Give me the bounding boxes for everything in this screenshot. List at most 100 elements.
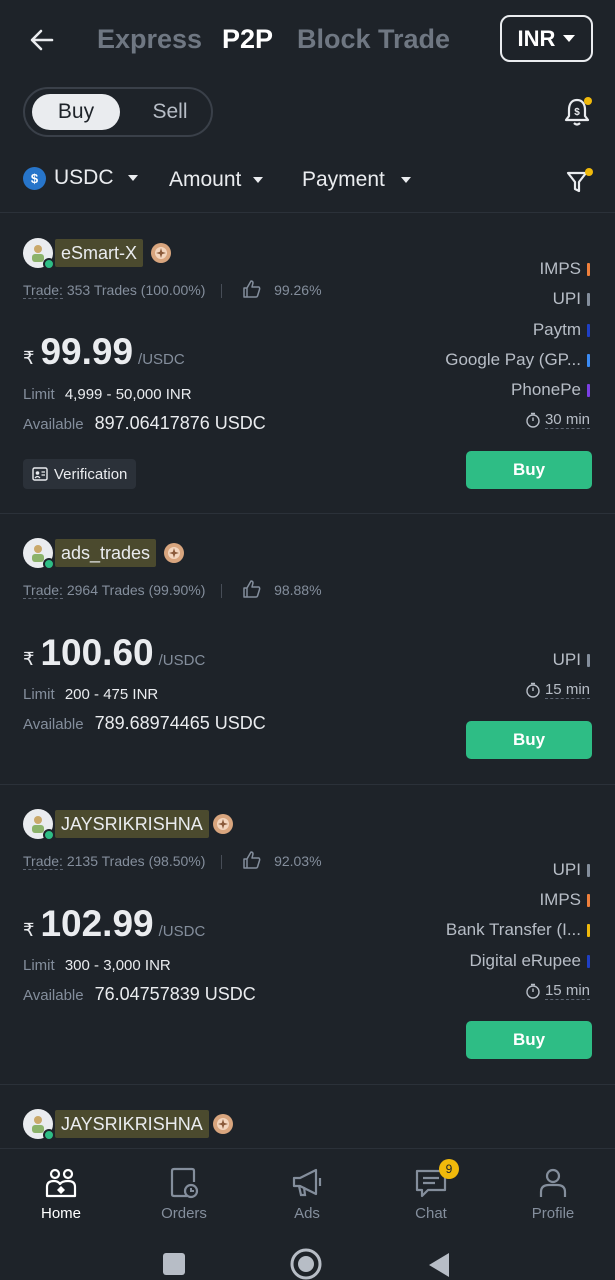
limit-value: 300 - 3,000 INR [64, 957, 171, 974]
payment-time-limit: 30 min [525, 411, 590, 429]
payment-method: UPI [553, 650, 590, 670]
nav-ads-label: Ads [294, 1205, 320, 1222]
price-unit: /USDC [138, 351, 185, 368]
available-value: 789.68974465 USDC [94, 713, 266, 733]
payment-time-limit: 15 min [525, 681, 590, 699]
nav-home-label: Home [40, 1205, 81, 1222]
bottom-nav: Home Orders Ads 9 Chat Profile [0, 1148, 615, 1230]
nav-profile[interactable]: Profile [503, 1165, 603, 1222]
available-label: Available [23, 716, 84, 733]
payment-method: Google Pay (GP... [445, 350, 590, 370]
nav-ads[interactable]: Ads [257, 1165, 357, 1222]
sell-toggle-button[interactable]: Sell [140, 94, 200, 130]
back-triangle-icon[interactable] [427, 1251, 451, 1279]
nav-orders-label: Orders [161, 1205, 207, 1222]
merchant-name[interactable]: ads_trades [55, 539, 157, 567]
filter-row: $ USDC Amount Payment [0, 164, 615, 200]
verification-badge: Verification [23, 459, 137, 489]
payment-time-limit: 15 min [525, 982, 590, 1000]
time-limit-value: 15 min [544, 681, 590, 699]
profile-icon [539, 1168, 567, 1197]
price-value: 100.60 [40, 632, 154, 673]
merchant-name[interactable]: JAYSRIKRISHNA [55, 1110, 209, 1138]
ad-card: ads_trades Trade: 2964 Trades (99.90%) 9… [0, 514, 615, 784]
completion-rate: (100.00%) [140, 282, 206, 298]
price-value: 99.99 [40, 331, 134, 372]
ad-card: JAYSRIKRISHNA Trade: 2135 Trades (98.50%… [0, 785, 615, 1085]
limit-label: Limit [23, 686, 55, 703]
avatar[interactable] [23, 538, 55, 570]
tab-block-trade[interactable]: Block Trade [297, 24, 450, 55]
medal-icon [213, 814, 233, 834]
home-circle-icon[interactable] [290, 1248, 322, 1280]
medal-icon [213, 1114, 233, 1134]
available-value: 76.04757839 USDC [94, 984, 256, 1004]
positive-rate: 98.88% [274, 582, 322, 598]
trade-stats: Trade: 353 Trades (100.00%) 99.26% [23, 279, 322, 299]
trade-count: 2135 Trades [66, 853, 145, 869]
positive-rate: 99.26% [274, 282, 322, 298]
currency-symbol: ₹ [23, 649, 35, 669]
available-row: Available 789.68974465 USDC [23, 713, 266, 734]
tab-express[interactable]: Express [97, 24, 202, 55]
limit-row: Limit 4,999 - 50,000 INR [23, 386, 192, 403]
fiat-currency-select[interactable]: INR [500, 15, 593, 62]
payment-method: IMPS [539, 259, 590, 279]
trade-stats: Trade: 2135 Trades (98.50%) 92.03% [23, 850, 322, 870]
orders-icon [170, 1167, 199, 1199]
nav-chat[interactable]: 9 Chat [381, 1159, 481, 1222]
amount-select[interactable]: Amount [169, 168, 264, 192]
time-limit-value: 15 min [544, 982, 590, 1000]
chevron-down-icon [127, 175, 138, 181]
nav-orders[interactable]: Orders [134, 1165, 234, 1222]
megaphone-icon [292, 1168, 322, 1197]
usdc-icon: $ [23, 166, 46, 190]
coin-select[interactable]: $ USDC [23, 166, 138, 190]
ad-card: eSmart-X Trade: 353 Trades (100.00%) 99.… [0, 213, 615, 513]
buy-button[interactable]: Buy [466, 1021, 592, 1059]
positive-rate: 92.03% [274, 853, 322, 869]
thumb-up-icon [243, 280, 261, 298]
trade-stats: Trade: 2964 Trades (99.90%) 98.88% [23, 579, 322, 599]
payment-method: UPI [553, 860, 590, 880]
payment-select[interactable]: Payment [302, 168, 411, 192]
bell-icon[interactable]: $ [561, 96, 593, 128]
thumb-up-icon [243, 580, 261, 598]
limit-value: 4,999 - 50,000 INR [64, 386, 192, 403]
available-row: Available 897.06417876 USDC [23, 413, 266, 434]
payment-label: Payment [302, 168, 385, 191]
limit-value: 200 - 475 INR [64, 686, 159, 703]
nav-home[interactable]: Home [11, 1165, 111, 1222]
back-arrow-icon[interactable] [26, 24, 58, 56]
time-limit-value: 30 min [544, 411, 590, 429]
buy-toggle-button[interactable]: Buy [32, 94, 120, 130]
thumb-up-icon [243, 851, 261, 869]
online-indicator [43, 1129, 55, 1141]
chevron-down-icon [253, 177, 264, 183]
avatar[interactable] [23, 238, 55, 270]
limit-label: Limit [23, 386, 55, 403]
id-card-icon [32, 467, 48, 481]
coin-label: USDC [54, 166, 114, 189]
buy-button[interactable]: Buy [466, 451, 592, 489]
payment-method: IMPS [539, 890, 590, 910]
fiat-currency-label: INR [517, 25, 556, 51]
buy-button[interactable]: Buy [466, 721, 592, 759]
available-row: Available 76.04757839 USDC [23, 984, 256, 1005]
limit-row: Limit 300 - 3,000 INR [23, 957, 171, 974]
trade-count: 353 Trades [66, 282, 137, 298]
price: ₹ 99.99 /USDC [23, 331, 185, 373]
avatar[interactable] [23, 1109, 55, 1141]
merchant-name[interactable]: JAYSRIKRISHNA [55, 810, 209, 838]
system-nav-bar [0, 1230, 615, 1280]
recent-apps-icon[interactable] [162, 1252, 186, 1276]
online-indicator [43, 829, 55, 841]
avatar[interactable] [23, 809, 55, 841]
currency-symbol: ₹ [23, 348, 35, 368]
tab-p2p[interactable]: P2P [222, 24, 273, 55]
online-indicator [43, 258, 55, 270]
merchant-name[interactable]: eSmart-X [55, 239, 144, 267]
trade-label: Trade: [23, 853, 63, 870]
clock-icon [526, 682, 540, 698]
filter-icon[interactable] [564, 167, 594, 197]
